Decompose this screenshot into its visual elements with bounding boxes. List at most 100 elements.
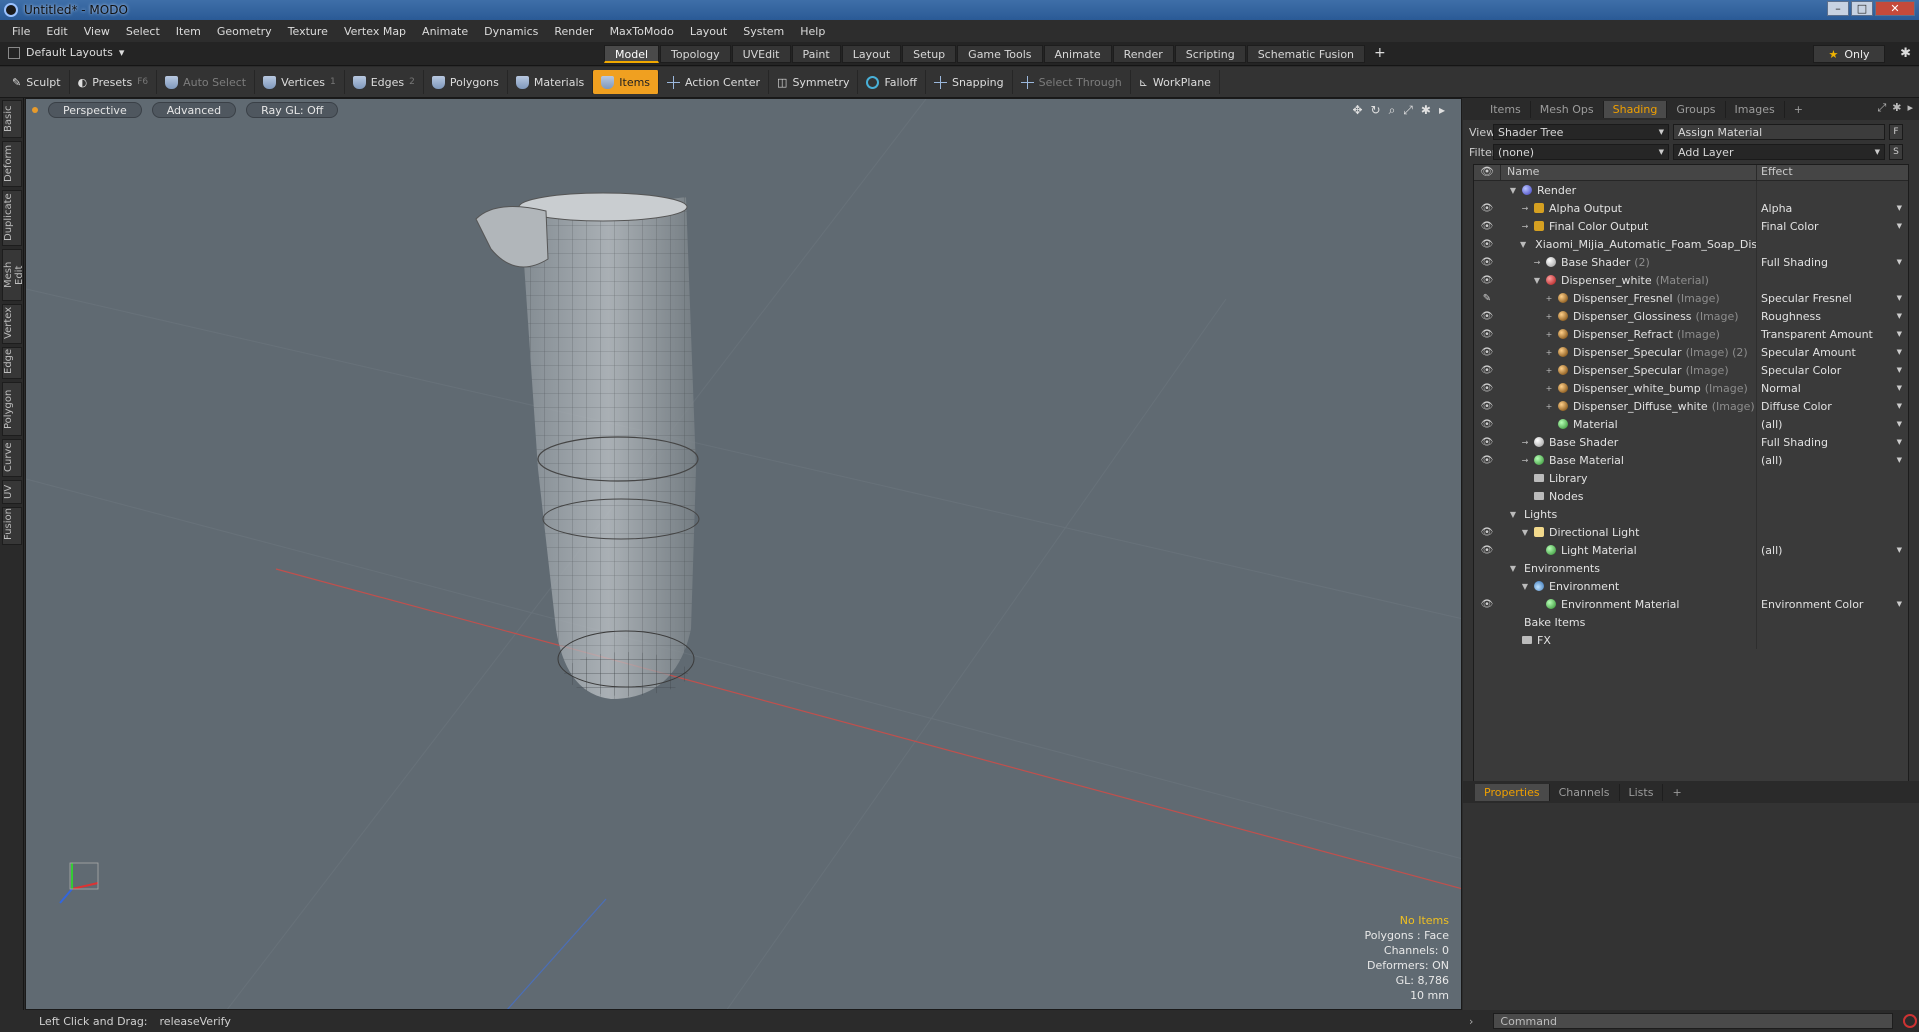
menu-texture[interactable]: Texture bbox=[280, 25, 336, 38]
tree-row[interactable]: 👁 + Dispenser_Refract (Image) Transparent Am… bbox=[1474, 325, 1908, 343]
tab-scripting[interactable]: Scripting bbox=[1174, 45, 1246, 63]
tree-row[interactable]: 👁 + Dispenser_Glossiness (Image) Roughness bbox=[1474, 307, 1908, 325]
view-dropdown[interactable]: Shader Tree bbox=[1493, 124, 1669, 140]
tree-row[interactable]: 👁 ▼ Xiaomi_Mijia_Automatic_Foam_Soap_Disp … bbox=[1474, 235, 1908, 253]
assign-material-button[interactable]: Assign Material bbox=[1673, 124, 1885, 140]
minimize-button[interactable]: – bbox=[1827, 1, 1849, 16]
visibility-toggle-icon[interactable]: 👁 bbox=[1474, 257, 1500, 268]
left-tab-uv[interactable]: UV bbox=[2, 480, 22, 504]
tab-render[interactable]: Render bbox=[1112, 45, 1174, 63]
filter-dropdown[interactable]: (none) bbox=[1493, 144, 1669, 160]
workplane-button[interactable]: ⊾ WorkPlane bbox=[1131, 70, 1220, 94]
f-button[interactable]: F bbox=[1889, 124, 1903, 140]
tree-row[interactable]: 👁 + Dispenser_Specular (Image) (2) Specular … bbox=[1474, 343, 1908, 361]
visibility-toggle-icon[interactable]: ✎ bbox=[1474, 293, 1500, 304]
tree-row[interactable]: ▼ Environment bbox=[1474, 577, 1908, 595]
presets-button[interactable]: ◐ Presets F6 bbox=[70, 70, 158, 94]
sculpt-button[interactable]: ✎ Sculpt bbox=[4, 70, 70, 94]
visibility-toggle-icon[interactable]: 👁 bbox=[1474, 527, 1500, 538]
vertices-button[interactable]: Vertices 1 bbox=[255, 70, 345, 94]
expand-toggle-icon[interactable]: → bbox=[1520, 438, 1530, 447]
bottom-tab-properties[interactable]: Properties bbox=[1475, 783, 1550, 801]
left-tab-vertex[interactable]: Vertex bbox=[2, 304, 22, 344]
s-button[interactable]: S bbox=[1889, 144, 1903, 160]
menu-layout[interactable]: Layout bbox=[682, 25, 735, 38]
visibility-toggle-icon[interactable]: 👁 bbox=[1474, 383, 1500, 394]
effect-dropdown[interactable]: Transparent Amount bbox=[1756, 325, 1908, 343]
items-button[interactable]: Items bbox=[593, 70, 660, 94]
expand-toggle-icon[interactable]: → bbox=[1520, 222, 1530, 231]
tab-topology[interactable]: Topology bbox=[660, 45, 731, 63]
maximize-button[interactable]: □ bbox=[1851, 1, 1873, 16]
menu-maxtomodo[interactable]: MaxToModo bbox=[602, 25, 682, 38]
left-tab-mesh-edit[interactable]: Mesh Edit bbox=[2, 249, 25, 301]
tab-uvedit[interactable]: UVEdit bbox=[731, 45, 791, 63]
menu-select[interactable]: Select bbox=[118, 25, 168, 38]
tab-animate[interactable]: Animate bbox=[1043, 45, 1112, 63]
panel-tab-shading[interactable]: Shading bbox=[1603, 100, 1668, 118]
expand-toggle-icon[interactable]: ▼ bbox=[1520, 240, 1526, 249]
expand-toggle-icon[interactable]: ▼ bbox=[1508, 510, 1518, 519]
close-button[interactable]: ✕ bbox=[1875, 1, 1915, 16]
polygons-button[interactable]: Polygons bbox=[424, 70, 508, 94]
expand-toggle-icon[interactable]: ▼ bbox=[1520, 582, 1530, 591]
visibility-toggle-icon[interactable]: 👁 bbox=[1474, 437, 1500, 448]
tree-row[interactable]: FX bbox=[1474, 631, 1908, 649]
materials-button[interactable]: Materials bbox=[508, 70, 594, 94]
menu-edit[interactable]: Edit bbox=[38, 25, 75, 38]
visibility-toggle-icon[interactable]: 👁 bbox=[1474, 545, 1500, 556]
tree-row[interactable]: Nodes bbox=[1474, 487, 1908, 505]
effect-dropdown[interactable]: Specular Amount bbox=[1756, 343, 1908, 361]
visibility-toggle-icon[interactable]: 👁 bbox=[1474, 347, 1500, 358]
menu-item[interactable]: Item bbox=[168, 25, 209, 38]
panel-tab-groups[interactable]: Groups bbox=[1667, 100, 1726, 118]
panel-tab-items[interactable]: Items bbox=[1481, 100, 1531, 118]
expand-toggle-icon[interactable]: + bbox=[1544, 402, 1554, 411]
zoom-icon[interactable]: ⌕ bbox=[1389, 103, 1396, 118]
expand-toggle-icon[interactable]: + bbox=[1544, 312, 1554, 321]
menu-system[interactable]: System bbox=[735, 25, 792, 38]
tree-row[interactable]: ✎ + Dispenser_Fresnel (Image) Specular Fresn… bbox=[1474, 289, 1908, 307]
select-through-button[interactable]: Select Through bbox=[1013, 70, 1131, 94]
visibility-toggle-icon[interactable]: 👁 bbox=[1474, 401, 1500, 412]
expand-toggle-icon[interactable]: ▼ bbox=[1508, 564, 1518, 573]
tree-row[interactable]: 👁 Light Material (all) bbox=[1474, 541, 1908, 559]
layout-dropdown[interactable]: Default Layouts ▾ bbox=[8, 46, 124, 59]
tab-layout[interactable]: Layout bbox=[841, 45, 902, 63]
command-input[interactable]: Command bbox=[1493, 1013, 1894, 1029]
visibility-toggle-icon[interactable]: 👁 bbox=[1474, 455, 1500, 466]
viewport-gear-icon[interactable]: ✱ bbox=[1421, 103, 1431, 118]
menu-file[interactable]: File bbox=[4, 25, 38, 38]
visibility-toggle-icon[interactable]: 👁 bbox=[1474, 365, 1500, 376]
tree-row[interactable]: ▼ Environments bbox=[1474, 559, 1908, 577]
tree-row[interactable]: 👁 ▼ Dispenser_white (Material) bbox=[1474, 271, 1908, 289]
tree-row[interactable]: 👁 → Base Material (all) bbox=[1474, 451, 1908, 469]
expand-toggle-icon[interactable]: + bbox=[1544, 366, 1554, 375]
visibility-toggle-icon[interactable]: 👁 bbox=[1474, 419, 1500, 430]
effect-dropdown[interactable]: Roughness bbox=[1756, 307, 1908, 325]
effect-dropdown[interactable]: Diffuse Color bbox=[1756, 397, 1908, 415]
menu-render[interactable]: Render bbox=[546, 25, 601, 38]
gear-icon[interactable]: ✱ bbox=[1900, 46, 1911, 61]
snapping-button[interactable]: Snapping bbox=[926, 70, 1013, 94]
visibility-toggle-icon[interactable]: 👁 bbox=[1474, 599, 1500, 610]
expand-toggle-icon[interactable]: → bbox=[1532, 258, 1542, 267]
tree-row[interactable]: 👁 → Base Shader Full Shading bbox=[1474, 433, 1908, 451]
bottom-tab-lists[interactable]: Lists bbox=[1620, 783, 1664, 801]
falloff-button[interactable]: Falloff bbox=[858, 70, 926, 94]
expand-toggle-icon[interactable]: + bbox=[1544, 348, 1554, 357]
raygl-button[interactable]: Ray GL: Off bbox=[246, 102, 339, 118]
expand-arrow-icon[interactable]: ▸ bbox=[1439, 103, 1445, 118]
expand-toggle-icon[interactable]: + bbox=[1544, 330, 1554, 339]
menu-help[interactable]: Help bbox=[792, 25, 833, 38]
tab-schematic-fusion[interactable]: Schematic Fusion bbox=[1246, 45, 1366, 63]
action-center-button[interactable]: Action Center bbox=[659, 70, 770, 94]
tree-row[interactable]: 👁 + Dispenser_Specular (Image) Specular Colo… bbox=[1474, 361, 1908, 379]
tab-model[interactable]: Model bbox=[604, 45, 660, 63]
add-layer-dropdown[interactable]: Add Layer bbox=[1673, 144, 1885, 160]
expand-toggle-icon[interactable]: + bbox=[1544, 384, 1554, 393]
left-tab-edge[interactable]: Edge bbox=[2, 347, 22, 379]
tree-row[interactable]: 👁 → Alpha Output Alpha bbox=[1474, 199, 1908, 217]
symmetry-button[interactable]: ◫ Symmetry bbox=[769, 70, 859, 94]
left-tab-duplicate[interactable]: Duplicate bbox=[2, 190, 22, 246]
